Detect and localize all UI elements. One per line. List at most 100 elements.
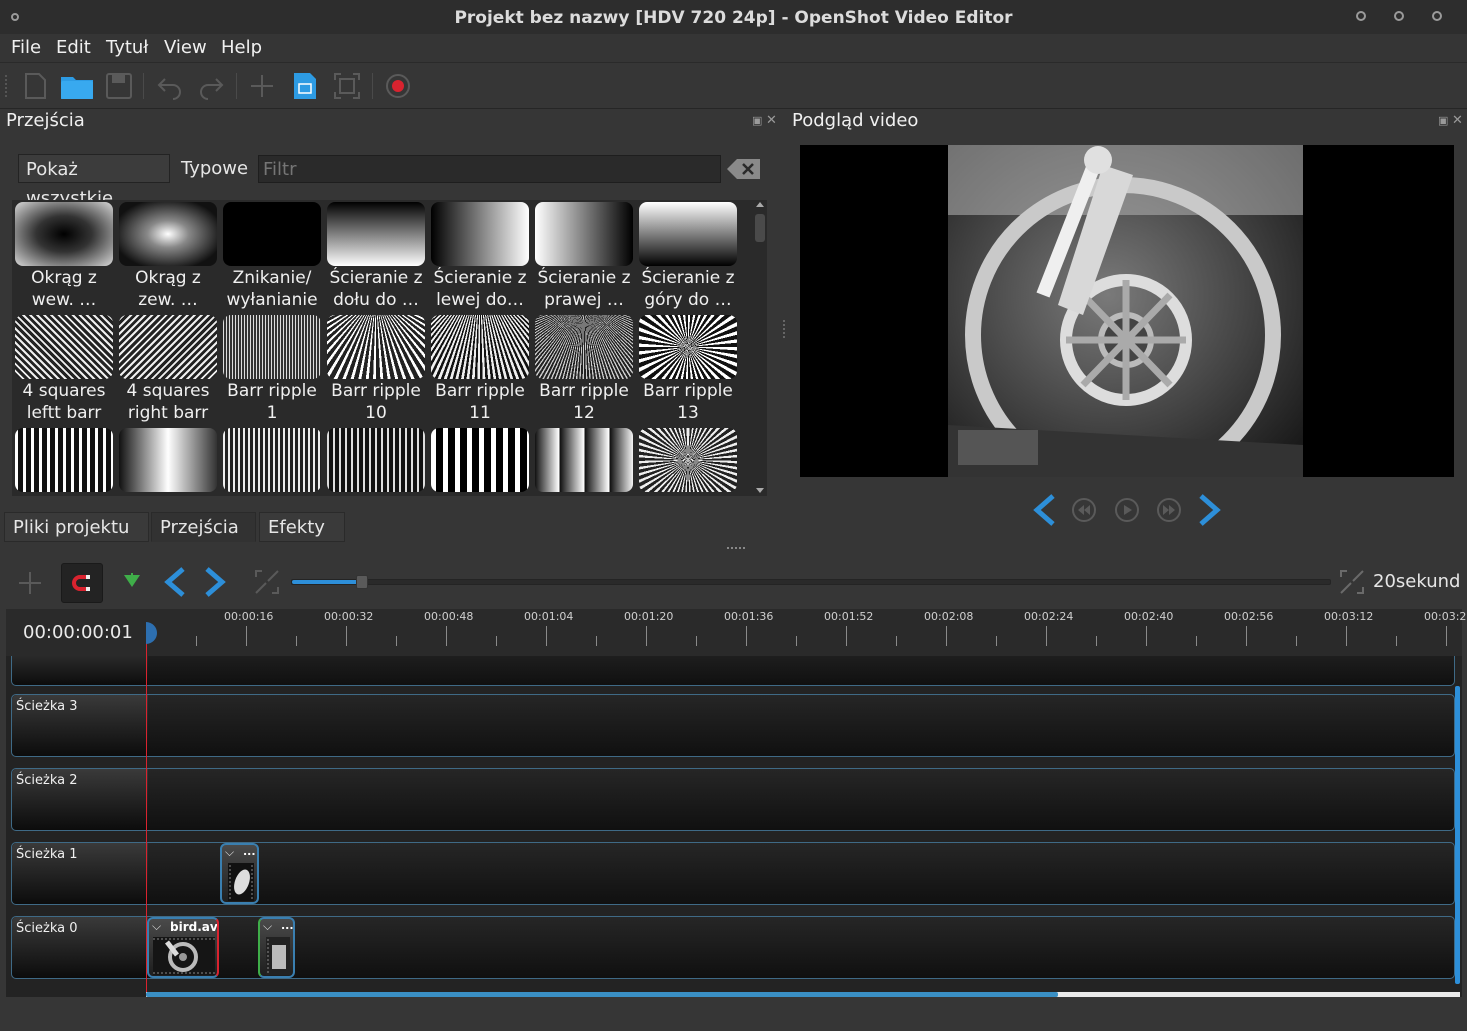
track-0[interactable]: Ścieżka 0 xyxy=(11,916,1455,979)
jump-start-icon[interactable] xyxy=(1031,493,1057,527)
add-marker-icon[interactable] xyxy=(123,573,141,589)
rewind-icon[interactable] xyxy=(1071,497,1097,523)
minimize-icon[interactable] xyxy=(1356,11,1366,21)
transition-item[interactable]: Barr ripple 13 xyxy=(636,313,740,426)
transition-item[interactable]: Ścieranie z dołu do … xyxy=(324,200,428,313)
filter-common-button[interactable]: Typowe xyxy=(174,154,255,183)
scrollbar-thumb[interactable] xyxy=(146,992,1058,997)
clip-menu-icon[interactable]: ⌵ xyxy=(225,845,234,860)
transition-item[interactable]: Okrąg z zew. … xyxy=(116,200,220,313)
fullscreen-icon[interactable] xyxy=(332,71,362,101)
menu-file[interactable]: File xyxy=(11,37,41,58)
track-label[interactable]: Ścieżka 2 xyxy=(12,769,148,830)
clip[interactable]: ⌵ ... xyxy=(220,843,259,904)
ruler-label: 00:02:56 xyxy=(1224,610,1274,623)
next-marker-icon[interactable] xyxy=(203,566,227,598)
ruler-label: 00:01:36 xyxy=(724,610,774,623)
play-icon[interactable] xyxy=(1114,497,1140,523)
menu-view[interactable]: View xyxy=(164,37,207,58)
transition-item[interactable] xyxy=(324,426,428,496)
transitions-scrollbar[interactable] xyxy=(753,200,767,496)
export-video-icon[interactable] xyxy=(383,71,413,101)
center-timeline-icon[interactable] xyxy=(254,569,280,595)
toolbar-separator xyxy=(372,73,373,99)
track-label[interactable]: Ścieżka 0 xyxy=(12,917,148,978)
transition-item[interactable]: Barr ripple 12 xyxy=(532,313,636,426)
import-files-icon[interactable] xyxy=(247,71,277,101)
fast-forward-icon[interactable] xyxy=(1156,497,1182,523)
dock-float-icon[interactable]: ▣ xyxy=(752,114,762,127)
menu-help[interactable]: Help xyxy=(221,37,262,58)
transition-item[interactable] xyxy=(116,426,220,496)
ruler-label: 00:03:12 xyxy=(1324,610,1374,623)
redo-icon[interactable] xyxy=(196,71,226,101)
dock-float-icon[interactable]: ▣ xyxy=(1438,114,1448,127)
transition-item[interactable]: Barr ripple 10 xyxy=(324,313,428,426)
playhead-line[interactable] xyxy=(146,628,147,996)
zoom-slider[interactable] xyxy=(291,575,1331,589)
tab-project-files[interactable]: Pliki projektu xyxy=(4,512,149,542)
undo-icon[interactable] xyxy=(155,71,185,101)
splitter-handle[interactable] xyxy=(727,547,745,552)
track-partial[interactable] xyxy=(11,656,1455,686)
transition-item[interactable]: 4 squares leftt barr xyxy=(12,313,116,426)
transition-item[interactable]: 4 squares right barr xyxy=(116,313,220,426)
video-frame-image xyxy=(948,145,1303,477)
transition-thumbnail xyxy=(535,428,633,492)
transition-item[interactable]: Ścieranie z lewej do… xyxy=(428,200,532,313)
transition-item[interactable]: Ścieranie z góry do … xyxy=(636,200,740,313)
playhead-handle[interactable] xyxy=(138,620,160,646)
track-3[interactable]: Ścieżka 3 xyxy=(11,694,1455,757)
transition-item[interactable]: Znikanie/ wyłanianie xyxy=(220,200,324,313)
save-project-icon[interactable] xyxy=(104,71,134,101)
filter-input[interactable] xyxy=(258,155,721,183)
transition-item[interactable]: Ścieranie z prawej … xyxy=(532,200,636,313)
choose-profile-icon[interactable] xyxy=(290,71,320,101)
filter-show-all-button[interactable]: Pokaż wszystkie xyxy=(18,154,170,209)
zoom-slider-handle[interactable] xyxy=(356,575,368,589)
tab-transitions[interactable]: Przejścia xyxy=(151,512,256,542)
ruler-tick xyxy=(346,626,347,646)
snapping-toggle[interactable] xyxy=(61,563,103,603)
ruler-label: 00:02:40 xyxy=(1124,610,1174,623)
close-icon[interactable] xyxy=(1432,11,1442,21)
tab-effects[interactable]: Efekty xyxy=(259,512,345,542)
window-title: Projekt bez nazwy [HDV 720 24p] - OpenSh… xyxy=(454,8,1013,28)
add-track-icon[interactable] xyxy=(17,570,43,596)
maximize-icon[interactable] xyxy=(1394,11,1404,21)
transition-thumbnail xyxy=(431,315,529,379)
transition-item[interactable] xyxy=(12,426,116,496)
previous-marker-icon[interactable] xyxy=(163,566,187,598)
clear-filter-icon[interactable] xyxy=(727,158,761,180)
menu-title[interactable]: Tytuł xyxy=(106,37,148,58)
track-label[interactable]: Ścieżka 1 xyxy=(12,843,148,904)
new-project-icon[interactable] xyxy=(20,71,50,101)
dock-close-icon[interactable]: ✕ xyxy=(766,113,777,128)
track-label[interactable]: Ścieżka 3 xyxy=(12,695,148,756)
timeline-vertical-scrollbar[interactable] xyxy=(1455,686,1460,984)
clip-menu-icon[interactable]: ⌵ xyxy=(263,919,272,934)
clip[interactable]: ⌵ bird.avi xyxy=(147,917,219,978)
transition-item[interactable]: Okrąg z wew. … xyxy=(12,200,116,313)
transition-item[interactable] xyxy=(428,426,532,496)
clip[interactable]: ⌵ ... xyxy=(258,917,295,978)
transition-thumbnail xyxy=(223,202,321,266)
track-2[interactable]: Ścieżka 2 xyxy=(11,768,1455,831)
menu-edit[interactable]: Edit xyxy=(56,37,91,58)
transition-item[interactable] xyxy=(220,426,324,496)
transition-item[interactable] xyxy=(532,426,636,496)
transition-thumbnail xyxy=(431,202,529,266)
zoom-fit-icon[interactable] xyxy=(1339,569,1365,595)
splitter-handle[interactable] xyxy=(783,320,788,338)
transition-label: Ścieranie z prawej … xyxy=(537,268,631,310)
open-project-icon[interactable] xyxy=(60,71,94,101)
jump-end-icon[interactable] xyxy=(1197,493,1223,527)
timeline-horizontal-scrollbar[interactable] xyxy=(146,992,1460,997)
dock-close-icon[interactable]: ✕ xyxy=(1452,113,1463,128)
menu-bar: File Edit Tytuł View Help xyxy=(0,34,1467,63)
transition-item[interactable]: Barr ripple 1 xyxy=(220,313,324,426)
toolbar-handle[interactable] xyxy=(5,75,11,97)
clip-menu-icon[interactable]: ⌵ xyxy=(152,919,161,934)
transition-item[interactable]: Barr ripple 11 xyxy=(428,313,532,426)
transition-item[interactable] xyxy=(636,426,740,496)
